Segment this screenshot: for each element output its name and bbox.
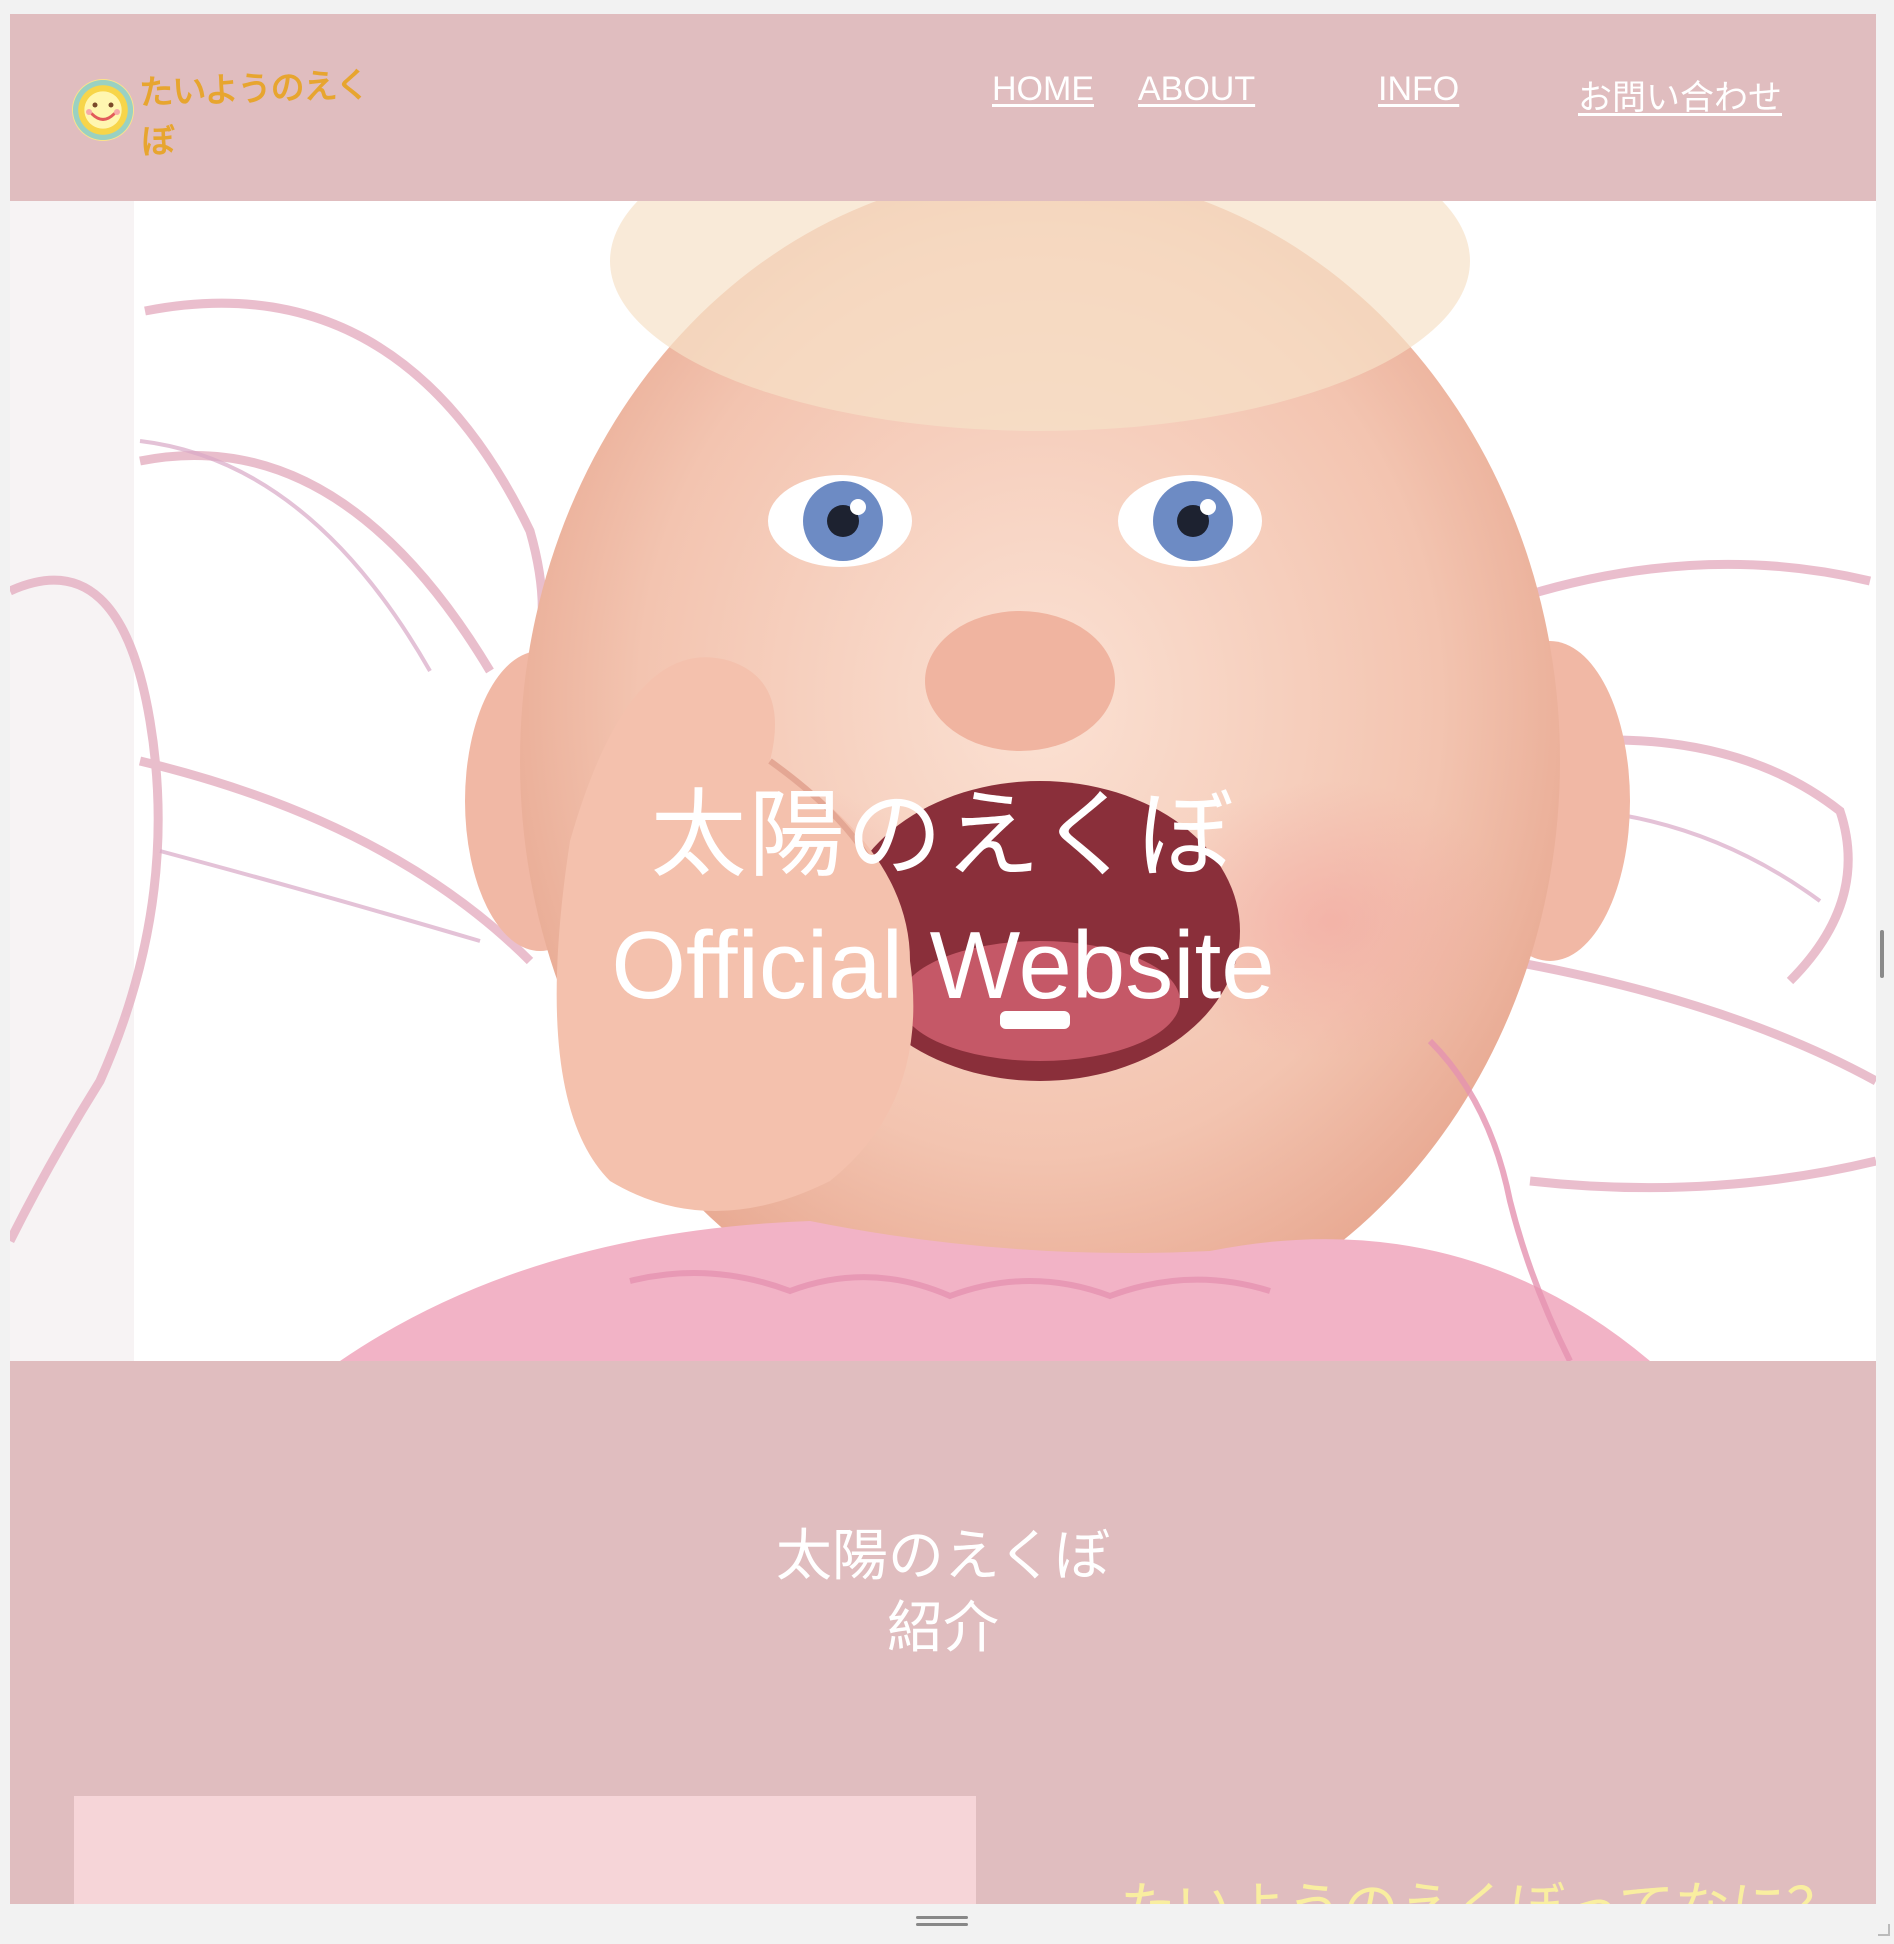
- intro-section-heading: 太陽のえくぼ 紹介: [10, 1521, 1876, 1665]
- intro-heading-line2: 紹介: [887, 1596, 999, 1661]
- logo-wordmark: たいようのえくぼ: [138, 65, 370, 163]
- intro-image-card: [74, 1796, 976, 1904]
- site-logo[interactable]: たいようのえくぼ: [72, 65, 392, 162]
- site-header: たいようのえくぼ HOME ABOUT INFO お問い合わせ: [10, 14, 1876, 201]
- resize-grip-icon[interactable]: [916, 1916, 968, 1930]
- intro-heading-line1: 太陽のえくぼ: [775, 1524, 1111, 1589]
- browser-viewport: たいようのえくぼ HOME ABOUT INFO お問い合わせ 太陽のえくぼ O…: [10, 14, 1876, 1904]
- nav-contact-link[interactable]: お問い合わせ: [1578, 70, 1782, 119]
- corner-resize-icon[interactable]: [1878, 1924, 1890, 1936]
- nav-about-link[interactable]: ABOUT: [1138, 70, 1255, 109]
- hero-title: 太陽のえくぼ: [650, 779, 1236, 891]
- nav-info-link[interactable]: INFO: [1378, 70, 1459, 109]
- hero-section: 太陽のえくぼ Official Website: [10, 201, 1876, 1361]
- scrollbar-thumb[interactable]: [1880, 930, 1884, 978]
- sun-logo-icon: [72, 79, 134, 141]
- nav-home-link[interactable]: HOME: [992, 70, 1094, 109]
- intro-peek-heading: たいようのえくぼってなに？: [1120, 1864, 1842, 1904]
- hero-subtitle: Official Website: [611, 912, 1275, 1019]
